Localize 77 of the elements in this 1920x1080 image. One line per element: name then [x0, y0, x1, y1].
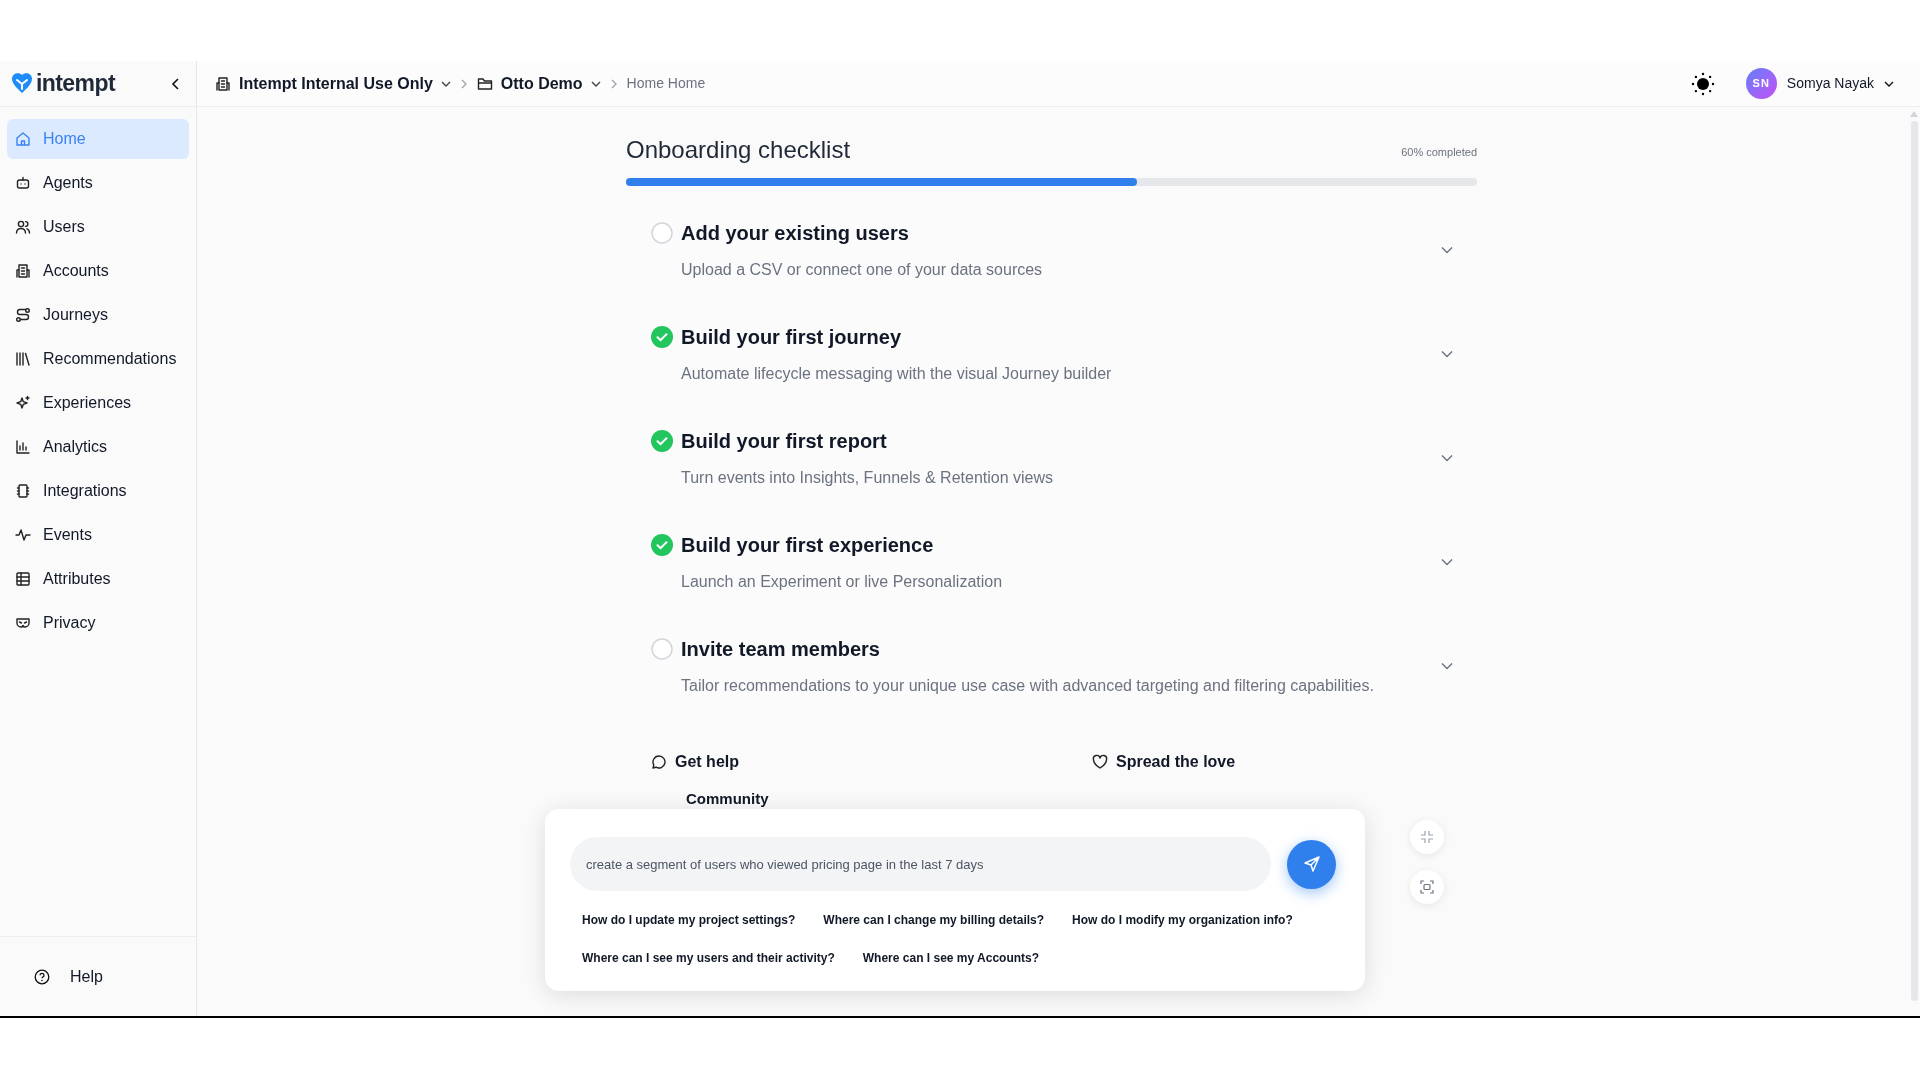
- suggestion-chip[interactable]: How do I modify my organization info?: [1072, 911, 1293, 929]
- checklist-title: Onboarding checklist: [626, 135, 851, 165]
- community-heading: Community: [686, 789, 769, 809]
- chat-bubble-icon: [651, 754, 667, 770]
- item-description: Tailor recommendations to your unique use case with advanced targeting and filtering capabilities.: [680, 676, 1375, 696]
- sun-icon: [1690, 71, 1715, 96]
- project-selector[interactable]: Otto Demo: [476, 71, 601, 96]
- chip-icon: [15, 483, 31, 499]
- organization-selector[interactable]: Intempt Internal Use Only: [215, 71, 451, 96]
- send-button[interactable]: [1287, 839, 1336, 889]
- chevron-down-icon: [1441, 662, 1453, 670]
- spread-the-love-link[interactable]: Spread the love: [1092, 750, 1236, 774]
- user-avatar: SN: [1745, 68, 1777, 99]
- route-icon: [15, 307, 31, 323]
- chevron-right-icon: [460, 78, 467, 89]
- chevron-down-icon: [1441, 350, 1453, 358]
- sidebar-item[interactable]: Users: [7, 207, 189, 247]
- suggestion-chip[interactable]: Where can I see my users and their activity?: [582, 949, 835, 967]
- sidebar-item[interactable]: Journeys: [7, 295, 189, 335]
- sidebar-item[interactable]: Recommendations: [7, 339, 189, 379]
- item-title: Add your existing users: [681, 221, 909, 246]
- help-link[interactable]: Help: [34, 964, 103, 989]
- help-icon: [34, 968, 50, 985]
- scroll-up-icon[interactable]: [1910, 111, 1918, 117]
- item-description: Upload a CSV or connect one of your data sources: [680, 260, 1044, 280]
- chevron-down-icon: [590, 80, 601, 87]
- users-icon: [15, 219, 31, 235]
- mask-icon: [15, 615, 31, 631]
- scan-icon: [1420, 880, 1434, 894]
- pulse-icon: [15, 527, 31, 543]
- progress-text: 60% completed: [1401, 144, 1477, 160]
- screenshot-button[interactable]: [1410, 870, 1444, 904]
- home-icon: [15, 131, 31, 147]
- building-icon: [215, 75, 231, 92]
- sparkles-icon: [15, 395, 31, 411]
- item-description: Launch an Experiment or live Personalization: [680, 572, 1004, 592]
- minimize-button[interactable]: [1410, 820, 1444, 854]
- suggestion-chip[interactable]: How do I update my project settings?: [582, 911, 796, 929]
- logo-icon: [10, 71, 34, 96]
- sidebar-item[interactable]: Attributes: [7, 559, 189, 599]
- user-menu[interactable]: SN Somya Nayak: [1745, 68, 1894, 99]
- item-title: Build your first experience: [681, 533, 934, 558]
- heart-icon: [1092, 754, 1108, 770]
- sidebar-item[interactable]: Analytics: [7, 427, 189, 467]
- chat-input[interactable]: create a segment of users who viewed pricing page in the last 7 days: [570, 837, 1271, 891]
- item-title: Invite team members: [681, 637, 880, 662]
- theme-toggle-button[interactable]: [1689, 70, 1716, 97]
- breadcrumb-current[interactable]: Home Home: [626, 73, 706, 94]
- chevron-down-icon: [1884, 80, 1894, 87]
- table-icon: [15, 571, 31, 587]
- chevron-down-icon: [1441, 558, 1453, 566]
- sidebar-item[interactable]: Privacy: [7, 603, 189, 643]
- suggestion-chip[interactable]: Where can I see my Accounts?: [862, 949, 1040, 967]
- item-title: Build your first journey: [681, 325, 902, 350]
- logo-text: intempt: [36, 69, 116, 99]
- folder-icon: [476, 75, 493, 92]
- sidebar-item[interactable]: Experiences: [7, 383, 189, 423]
- chevron-down-icon: [440, 80, 451, 87]
- sidebar-item[interactable]: Integrations: [7, 471, 189, 511]
- bot-icon: [15, 175, 31, 191]
- suggestion-chip[interactable]: Where can I change my billing details?: [823, 911, 1045, 929]
- send-icon: [1302, 855, 1321, 873]
- building-icon: [15, 263, 31, 279]
- sidebar-item[interactable]: Events: [7, 515, 189, 555]
- minimize-icon: [1420, 830, 1434, 844]
- chart-icon: [15, 439, 31, 455]
- library-icon: [15, 351, 31, 367]
- chevron-down-icon: [1441, 246, 1453, 254]
- chevron-left-icon: [171, 77, 181, 90]
- item-title: Build your first report: [681, 429, 887, 454]
- chevron-down-icon: [1441, 454, 1453, 462]
- sidebar-item[interactable]: Accounts: [7, 251, 189, 291]
- get-help-link[interactable]: Get help: [651, 750, 1092, 774]
- item-description: Automate lifecycle messaging with the visual Journey builder: [680, 364, 1113, 384]
- sidebar-item[interactable]: Agents: [7, 163, 189, 203]
- chevron-right-icon: [610, 78, 617, 89]
- item-description: Turn events into Insights, Funnels & Retention views: [680, 468, 1055, 488]
